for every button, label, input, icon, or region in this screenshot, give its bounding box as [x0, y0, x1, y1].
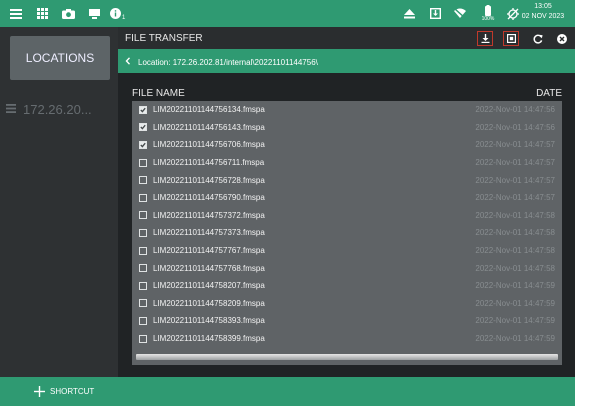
file-name: LIM20221101144758399.fmspa: [153, 334, 265, 344]
file-checkbox[interactable]: [139, 228, 147, 237]
file-date: 2022-Nov-01 14:47:58: [475, 246, 555, 256]
file-date: 2022-Nov-01 14:47:59: [475, 298, 555, 308]
file-checkbox[interactable]: [139, 193, 147, 202]
clock-date: 02 NOV 2023: [521, 13, 565, 20]
file-checkbox[interactable]: [139, 334, 147, 343]
file-checkbox[interactable]: [139, 281, 147, 290]
file-name: LIM20221101144757768.fmspa: [153, 263, 265, 273]
file-row[interactable]: LIM20221101144756711.fmspa 2022-Nov-01 14…: [132, 154, 562, 172]
file-row[interactable]: LIM20221101144756728.fmspa 2022-Nov-01 14…: [132, 171, 562, 189]
file-date: 2022-Nov-01 14:47:56: [475, 105, 555, 115]
check-icon: [140, 107, 146, 113]
file-checkbox[interactable]: [139, 246, 147, 255]
file-name: LIM20221101144756728.fmspa: [153, 175, 265, 185]
file-name: LIM20221101144756143.fmspa: [153, 122, 265, 132]
list-icon: [6, 103, 16, 116]
file-row[interactable]: LIM20221101144756790.fmspa 2022-Nov-01 14…: [132, 189, 562, 207]
download-button[interactable]: [477, 31, 493, 46]
plus-icon[interactable]: [34, 385, 45, 399]
battery-label: 100%: [481, 16, 495, 22]
file-date: 2022-Nov-01 14:47:58: [475, 210, 555, 220]
panel-header: FILE TRANSFER: [118, 27, 575, 51]
bottom-bar: SHORTCUT: [0, 377, 575, 406]
file-date: 2022-Nov-01 14:47:59: [475, 316, 555, 326]
file-date: 2022-Nov-01 14:47:57: [475, 193, 555, 203]
sidebar: LOCATIONS 172.26.20...: [0, 27, 118, 377]
file-name: LIM20221101144756790.fmspa: [153, 193, 265, 203]
battery-icon: 100%: [478, 0, 498, 27]
refresh-button[interactable]: [530, 31, 546, 46]
file-name: LIM20221101144756134.fmspa: [153, 105, 265, 115]
clock-time: 13:05: [534, 3, 552, 10]
app-window: 1 100% 13:05 02 NOV 2023 LOCATIONS 172.2…: [0, 0, 575, 406]
file-checkbox[interactable]: [139, 299, 147, 308]
file-name: LIM20221101144757372.fmspa: [153, 210, 265, 220]
grid-icon[interactable]: [34, 0, 50, 27]
status-bar: 1 100% 13:05 02 NOV 2023: [0, 0, 575, 27]
wifi-off-icon[interactable]: [452, 0, 468, 27]
file-row[interactable]: LIM20221101144756706.fmspa 2022-Nov-01 14…: [132, 136, 562, 154]
location-bar: Location: 172.26.202.81/internal\2022110…: [118, 51, 575, 73]
file-date: 2022-Nov-01 14:47:58: [475, 263, 555, 273]
close-button[interactable]: [554, 31, 570, 46]
info-count: 1: [122, 14, 126, 21]
file-row[interactable]: LIM20221101144757767.fmspa 2022-Nov-01 14…: [132, 242, 562, 260]
file-row[interactable]: LIM20221101144756143.fmspa 2022-Nov-01 14…: [132, 119, 562, 137]
screen-icon[interactable]: [86, 0, 102, 27]
file-row[interactable]: LIM20221101144757372.fmspa 2022-Nov-01 14…: [132, 207, 562, 225]
file-row[interactable]: LIM20221101144756134.fmspa 2022-Nov-01 14…: [132, 101, 562, 119]
file-date: 2022-Nov-01 14:47:59: [475, 334, 555, 344]
file-date: 2022-Nov-01 14:47:58: [475, 228, 555, 238]
file-checkbox[interactable]: [139, 176, 147, 185]
file-checkbox[interactable]: [139, 316, 147, 325]
column-headers: FILE NAME DATE: [132, 88, 562, 99]
file-date: 2022-Nov-01 14:47:57: [475, 158, 555, 168]
check-icon: [140, 142, 146, 148]
file-list: LIM20221101144756134.fmspa 2022-Nov-01 14…: [132, 101, 562, 365]
column-file-name: FILE NAME: [132, 88, 185, 99]
file-checkbox[interactable]: [139, 158, 147, 167]
file-row[interactable]: LIM20221101144758393.fmspa 2022-Nov-01 14…: [132, 312, 562, 330]
location-path: Location: 172.26.202.81/internal\2022110…: [138, 57, 318, 67]
file-date: 2022-Nov-01 14:47:57: [475, 140, 555, 150]
file-date: 2022-Nov-01 14:47:57: [475, 175, 555, 185]
file-checkbox[interactable]: [139, 264, 147, 273]
clock: 13:05 02 NOV 2023: [517, 2, 569, 22]
file-name: LIM20221101144758393.fmspa: [153, 316, 265, 326]
back-icon[interactable]: [118, 57, 138, 67]
horizontal-scrollbar[interactable]: [136, 354, 558, 360]
file-row[interactable]: LIM20221101144758209.fmspa 2022-Nov-01 14…: [132, 295, 562, 313]
menu-icon[interactable]: [8, 0, 24, 27]
shortcut-button[interactable]: SHORTCUT: [50, 387, 94, 396]
sidebar-item-location[interactable]: 172.26.20...: [6, 102, 92, 117]
file-date: 2022-Nov-01 14:47:56: [475, 122, 555, 132]
file-name: LIM20221101144756711.fmspa: [153, 158, 265, 168]
file-row[interactable]: LIM20221101144757768.fmspa 2022-Nov-01 14…: [132, 259, 562, 277]
file-name: LIM20221101144757373.fmspa: [153, 228, 265, 238]
file-checkbox[interactable]: [139, 211, 147, 220]
file-checkbox[interactable]: [139, 123, 147, 132]
file-row[interactable]: LIM20221101144757373.fmspa 2022-Nov-01 14…: [132, 224, 562, 242]
select-all-button[interactable]: [503, 31, 519, 46]
file-row[interactable]: LIM20221101144758399.fmspa 2022-Nov-01 14…: [132, 330, 562, 348]
file-row[interactable]: LIM20221101144758207.fmspa 2022-Nov-01 14…: [132, 277, 562, 295]
eject-icon[interactable]: [401, 0, 417, 27]
camera-icon[interactable]: [60, 0, 76, 27]
page-title: FILE TRANSFER: [125, 33, 203, 44]
file-name: LIM20221101144757767.fmspa: [153, 246, 265, 256]
file-checkbox[interactable]: [139, 140, 147, 149]
file-name: LIM20221101144756706.fmspa: [153, 140, 265, 150]
sidebar-item-label: 172.26.20...: [23, 102, 92, 117]
column-date: DATE: [536, 88, 562, 99]
check-icon: [140, 125, 146, 130]
file-name: LIM20221101144758209.fmspa: [153, 298, 265, 308]
file-transfer-panel: FILE TRANSFER Location: 172.26.202.81/in…: [118, 27, 575, 377]
info-icon[interactable]: 1: [110, 0, 130, 27]
file-name: LIM20221101144758207.fmspa: [153, 281, 265, 291]
file-checkbox[interactable]: [139, 105, 147, 114]
file-date: 2022-Nov-01 14:47:59: [475, 281, 555, 291]
download-box-icon[interactable]: [427, 0, 443, 27]
locations-button[interactable]: LOCATIONS: [10, 36, 110, 80]
